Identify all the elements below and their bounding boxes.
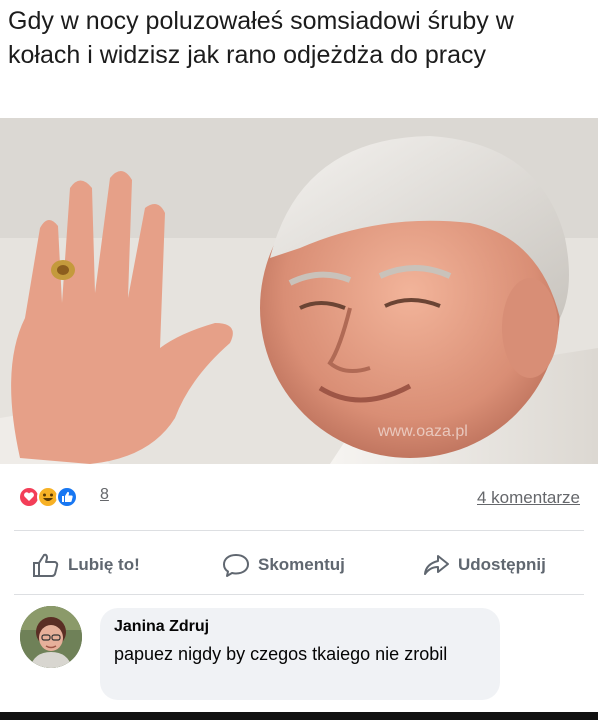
photo-watermark: www.oaza.pl	[377, 423, 468, 440]
divider-bottom	[14, 594, 584, 595]
comment-bubble: Janina Zdruj papuez nigdy by czegos tkai…	[100, 608, 500, 700]
avatar-image	[20, 606, 82, 668]
comment-item: Janina Zdruj papuez nigdy by czegos tkai…	[0, 600, 598, 710]
comments-count-link[interactable]: 4 komentarze	[477, 488, 580, 508]
like-label: Lubię to!	[68, 555, 140, 574]
comment-author[interactable]: Janina Zdruj	[114, 618, 209, 636]
meme-photo: www.oaza.pl	[0, 118, 598, 464]
comment-bubble-icon	[223, 554, 249, 577]
love-reaction-icon	[18, 486, 40, 508]
comment-text: papuez nigdy by czegos tkaiego nie zrobi…	[114, 644, 448, 664]
reaction-count[interactable]: 8	[100, 486, 109, 504]
divider-top	[14, 530, 584, 531]
reaction-icons[interactable]	[18, 486, 96, 508]
bottom-edge	[0, 712, 598, 720]
like-button[interactable]: Lubię to!	[32, 545, 140, 585]
meme-caption: Gdy w nocy poluzowałeś somsiadowi śruby …	[8, 7, 514, 69]
avatar[interactable]	[20, 606, 82, 668]
photo-illustration: www.oaza.pl	[0, 118, 598, 464]
haha-reaction-icon	[37, 486, 59, 508]
comment-button[interactable]: Skomentuj	[222, 545, 345, 585]
share-arrow-icon	[424, 555, 449, 575]
share-label: Udostępnij	[458, 555, 546, 574]
comment-label: Skomentuj	[258, 555, 345, 574]
like-reaction-icon	[56, 486, 78, 508]
post-actions-bar: Lubię to! Skomentuj Udostępnij	[0, 545, 598, 585]
share-button[interactable]: Udostępnij	[422, 545, 546, 585]
post-reactions-row: 8 4 komentarze	[0, 482, 598, 516]
thumbs-up-icon	[33, 553, 59, 577]
